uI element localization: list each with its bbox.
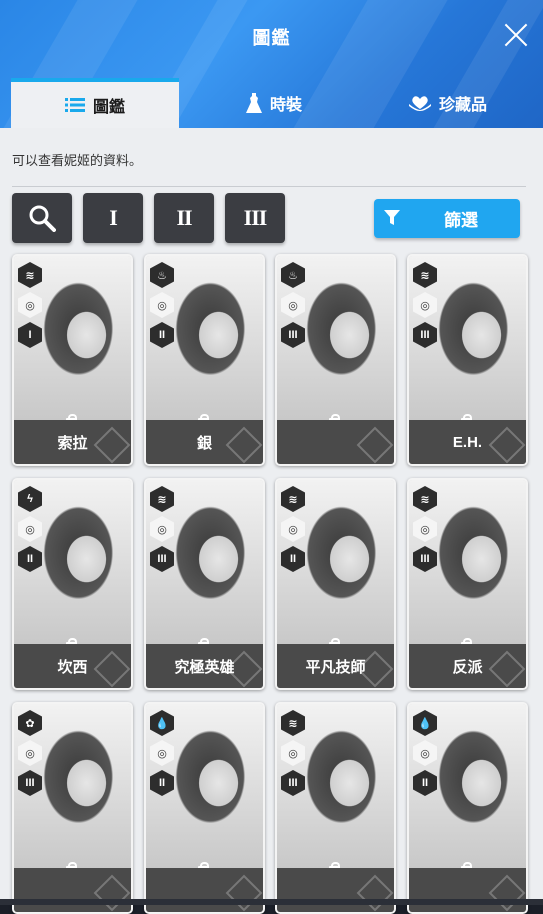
tab-label: 珍藏品 (438, 97, 487, 114)
character-card[interactable]: ♨ ◎ III (275, 254, 396, 466)
character-card[interactable]: ≋ ◎ III 反派 (407, 478, 528, 690)
page-title: 圖鑑 (252, 28, 291, 48)
tab-label: 時裝 (269, 97, 302, 114)
character-card[interactable]: ♨ ◎ II 銀 (144, 254, 265, 466)
dress-icon (245, 93, 262, 113)
character-card[interactable]: 💧 ◎ II (407, 702, 528, 914)
bottom-strip (0, 899, 543, 905)
filter-button[interactable]: 篩選 (374, 199, 520, 238)
character-card[interactable]: ϟ ◎ II 坎西 (12, 478, 133, 690)
character-card[interactable]: ≋ ◎ III (275, 702, 396, 914)
tab-label: 圖鑑 (92, 99, 125, 116)
tab-collection[interactable]: 珍藏品 (363, 78, 533, 128)
character-card[interactable]: 💧 ◎ II (144, 702, 265, 914)
heart-hand-icon (408, 96, 431, 111)
burst-3-filter-button[interactable]: III (225, 193, 285, 243)
burst-2-label: II (176, 205, 192, 230)
tab-costume[interactable]: 時裝 (189, 78, 359, 128)
codex-panel: 可以查看妮姬的資料。 I II III 篩選 ≋ ◎ I 索拉 ♨ ◎ II 銀 ♨ ◎ III ≋ ◎… (0, 128, 543, 914)
search-button[interactable] (12, 193, 72, 243)
filter-label: 篩選 (444, 211, 478, 230)
character-card[interactable]: ≋ ◎ I 索拉 (12, 254, 133, 466)
tab-bar: 圖鑑 時裝 珍藏品 (11, 78, 543, 128)
divider (12, 186, 526, 187)
character-card[interactable]: ≋ ◎ II 平凡技師 (275, 478, 396, 690)
search-icon (29, 205, 56, 232)
tab-codex[interactable]: 圖鑑 (11, 78, 179, 128)
character-card[interactable]: ≋ ◎ III 究極英雄 (144, 478, 265, 690)
burst-2-filter-button[interactable]: II (154, 193, 214, 243)
header-bar: 圖鑑 圖鑑 時裝 珍藏品 (0, 0, 543, 128)
burst-3-label: III (243, 205, 268, 230)
list-icon (64, 98, 85, 112)
character-card[interactable]: ≋ ◎ III E.H. (407, 254, 528, 466)
close-icon[interactable] (503, 22, 529, 48)
description-text: 可以查看妮姬的資料。 (12, 153, 143, 168)
burst-1-label: I (109, 205, 118, 230)
character-card[interactable]: ✿ ◎ III (12, 702, 133, 914)
burst-1-filter-button[interactable]: I (83, 193, 143, 243)
